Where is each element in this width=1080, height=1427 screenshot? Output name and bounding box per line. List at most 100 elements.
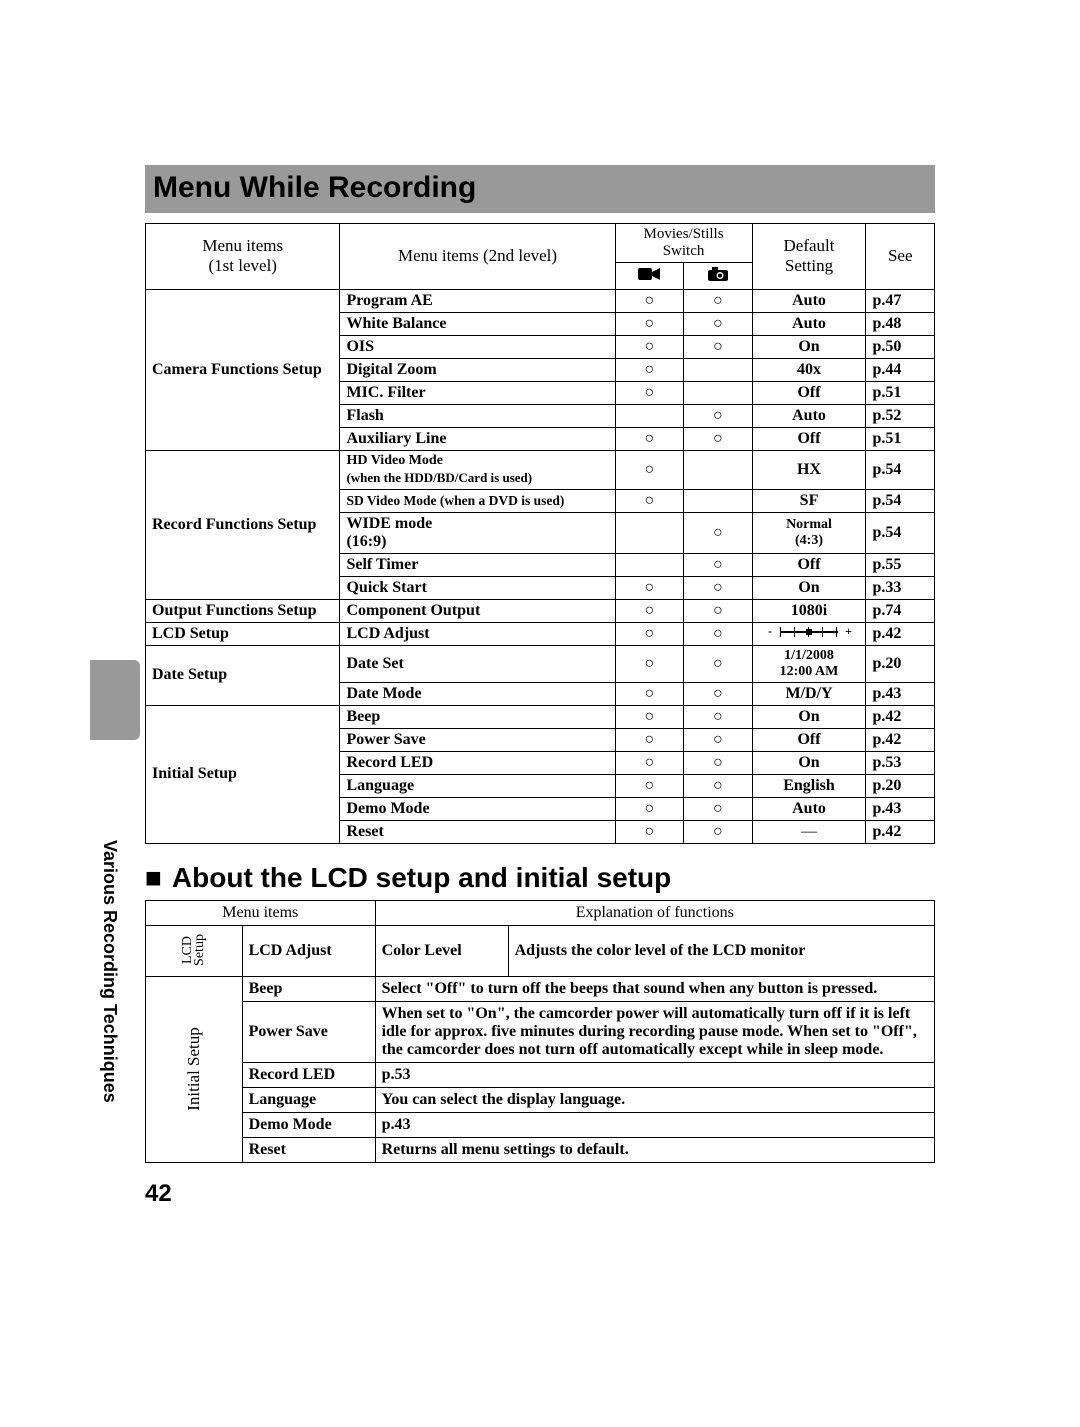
movie-switch-cell	[615, 427, 684, 450]
default-cell: On	[752, 335, 866, 358]
table-row: Camera Functions SetupProgram AEAutop.47	[146, 289, 935, 312]
still-switch-cell	[684, 312, 753, 335]
camera-icon	[707, 266, 729, 282]
about-item-cell: Language	[242, 1087, 375, 1112]
movie-switch-cell	[615, 289, 684, 312]
about-explanation-cell: Adjusts the color level of the LCD monit…	[508, 925, 934, 976]
table-row: Record LEDp.53	[146, 1062, 935, 1087]
table-row: Initial SetupBeepOnp.42	[146, 705, 935, 728]
about-header-explanation: Explanation of functions	[375, 900, 934, 925]
vertical-category-initial: Initial Setup	[146, 976, 243, 1162]
header-movie-icon	[615, 263, 684, 290]
still-switch-cell	[684, 728, 753, 751]
vertical-category-lcd: LCDSetup	[146, 925, 243, 976]
menu-item-cell: Date Set	[340, 645, 615, 682]
menu-item-cell: Power Save	[340, 728, 615, 751]
default-cell: SF	[752, 489, 866, 512]
menu-item-cell: Record LED	[340, 751, 615, 774]
group-name-cell: Date Setup	[146, 645, 340, 705]
menu-item-cell: Digital Zoom	[340, 358, 615, 381]
about-item-cell: Record LED	[242, 1062, 375, 1087]
table-row: Demo Modep.43	[146, 1112, 935, 1137]
header-default-line2: Setting	[785, 256, 833, 275]
table-row: Record Functions SetupHD Video Mode(when…	[146, 450, 935, 489]
square-bullet-icon	[145, 862, 172, 893]
still-switch-cell	[684, 553, 753, 576]
movie-switch-cell	[615, 622, 684, 645]
still-switch-cell	[684, 599, 753, 622]
default-cell: Auto	[752, 404, 866, 427]
table-row: Power SaveWhen set to "On", the camcorde…	[146, 1001, 935, 1062]
default-cell: On	[752, 751, 866, 774]
default-cell: -+	[752, 622, 866, 645]
menu-item-cell: Program AE	[340, 289, 615, 312]
movie-icon	[638, 266, 660, 282]
about-explanation-cell: When set to "On", the camcorder power wi…	[375, 1001, 934, 1062]
see-page-cell: p.20	[866, 645, 935, 682]
default-cell: Normal(4:3)	[752, 512, 866, 553]
movie-switch-cell	[615, 774, 684, 797]
movie-switch-cell	[615, 335, 684, 358]
about-item-cell: LCD Adjust	[242, 925, 375, 976]
see-page-cell: p.42	[866, 820, 935, 843]
see-page-cell: p.47	[866, 289, 935, 312]
slider-icon: -+	[774, 626, 844, 638]
movie-switch-cell	[615, 645, 684, 682]
movie-switch-cell	[615, 312, 684, 335]
still-switch-cell	[684, 381, 753, 404]
still-switch-cell	[684, 358, 753, 381]
still-switch-cell	[684, 820, 753, 843]
table-row: Output Functions SetupComponent Output10…	[146, 599, 935, 622]
group-name-cell: LCD Setup	[146, 622, 340, 645]
default-cell: Off	[752, 427, 866, 450]
still-switch-cell	[684, 774, 753, 797]
about-explanation-cell: p.53	[375, 1062, 934, 1087]
movie-switch-cell	[615, 728, 684, 751]
see-page-cell: p.52	[866, 404, 935, 427]
see-page-cell: p.54	[866, 512, 935, 553]
see-page-cell: p.43	[866, 797, 935, 820]
movie-switch-cell	[615, 450, 684, 489]
default-cell: Auto	[752, 289, 866, 312]
page-number: 42	[145, 1180, 172, 1208]
default-cell: Off	[752, 553, 866, 576]
default-cell: Auto	[752, 797, 866, 820]
group-name-cell: Record Functions Setup	[146, 450, 340, 599]
movie-switch-cell	[615, 358, 684, 381]
about-header-menuitems: Menu items	[146, 900, 376, 925]
about-item-cell: Power Save	[242, 1001, 375, 1062]
see-page-cell: p.42	[866, 622, 935, 645]
header-movies-stills: Movies/Stills Switch	[615, 224, 752, 263]
default-cell: On	[752, 705, 866, 728]
menu-item-cell: Flash	[340, 404, 615, 427]
movie-switch-cell	[615, 682, 684, 705]
still-switch-cell	[684, 289, 753, 312]
menu-table: Menu items (1st level) Menu items (2nd l…	[145, 223, 935, 844]
still-switch-cell	[684, 576, 753, 599]
movie-switch-cell	[615, 381, 684, 404]
still-switch-cell	[684, 645, 753, 682]
header-default-line1: Default	[784, 236, 835, 255]
page-title: Menu While Recording	[145, 165, 935, 213]
about-table: Menu items Explanation of functions LCDS…	[145, 900, 935, 1163]
header-col2: Menu items (2nd level)	[340, 224, 615, 290]
default-cell: On	[752, 576, 866, 599]
default-cell: M/D/Y	[752, 682, 866, 705]
see-page-cell: p.50	[866, 335, 935, 358]
movie-switch-cell	[615, 512, 684, 553]
about-item-cell: Demo Mode	[242, 1112, 375, 1137]
menu-item-cell: Self Timer	[340, 553, 615, 576]
see-page-cell: p.43	[866, 682, 935, 705]
still-switch-cell	[684, 427, 753, 450]
movie-switch-cell	[615, 576, 684, 599]
menu-item-cell: OIS	[340, 335, 615, 358]
see-page-cell: p.33	[866, 576, 935, 599]
menu-item-cell: White Balance	[340, 312, 615, 335]
about-explanation-cell: Returns all menu settings to default.	[375, 1137, 934, 1162]
table-row: Initial SetupBeepSelect "Off" to turn of…	[146, 976, 935, 1001]
still-switch-cell	[684, 705, 753, 728]
about-explanation-cell: Select "Off" to turn off the beeps that …	[375, 976, 934, 1001]
menu-item-cell: Reset	[340, 820, 615, 843]
movie-switch-cell	[615, 489, 684, 512]
side-tab	[90, 660, 140, 740]
